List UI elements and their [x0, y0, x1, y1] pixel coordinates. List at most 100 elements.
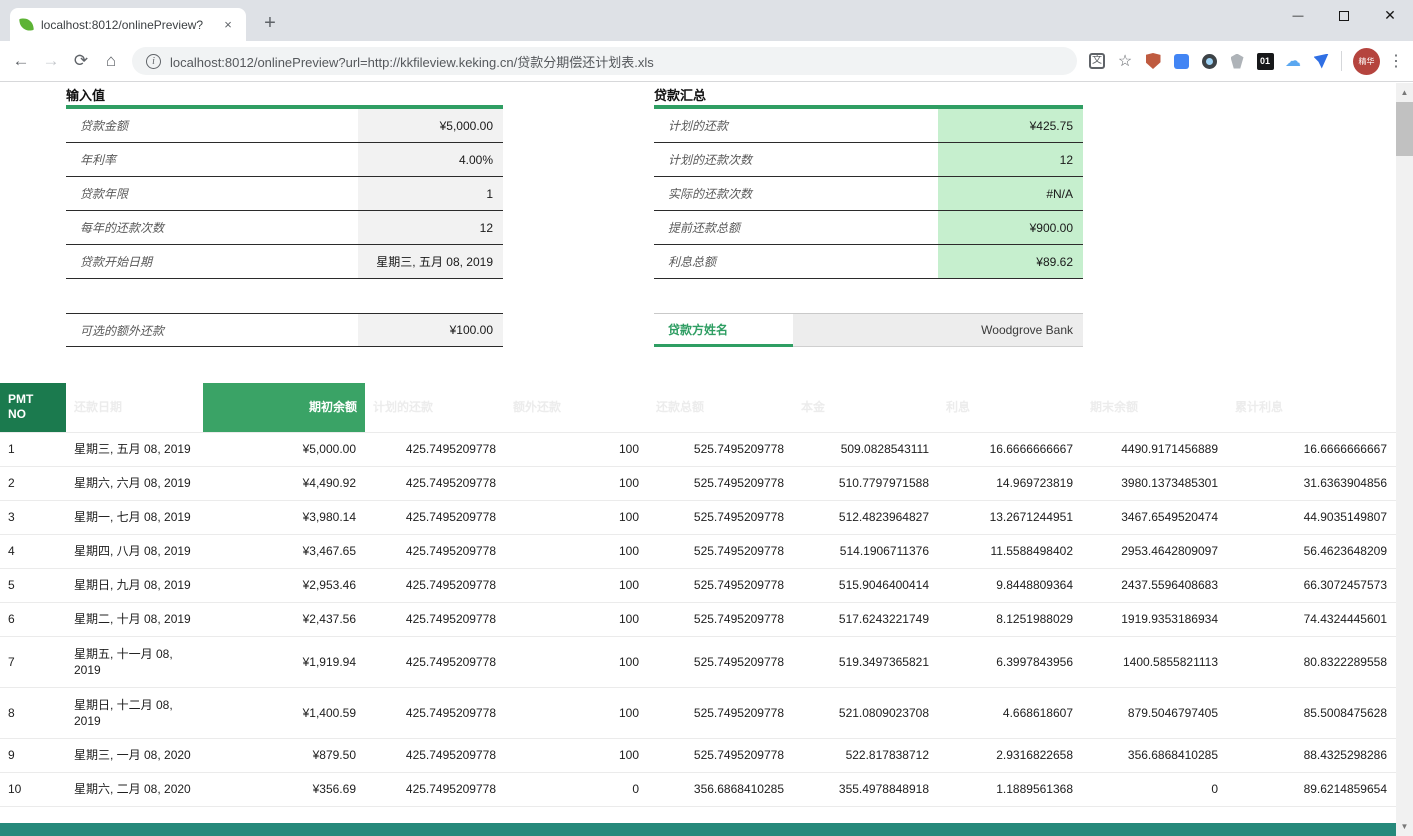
schedule-cell: 星期日, 九月 08, 2019 — [66, 568, 203, 602]
summary-row: 利息总额¥89.62 — [654, 245, 1083, 279]
schedule-cell: 10 — [0, 772, 66, 806]
schedule-cell: 525.7495209778 — [648, 738, 793, 772]
schedule-cell: ¥4,490.92 — [203, 466, 365, 500]
schedule-cell: 879.5046797405 — [1082, 687, 1227, 738]
schedule-cell: 2 — [0, 466, 66, 500]
schedule-cell: 425.7495209778 — [365, 432, 505, 466]
schedule-cell: 425.7495209778 — [365, 534, 505, 568]
schedule-cell: 13.2671244951 — [938, 500, 1082, 534]
schedule-cell: 510.7797971588 — [793, 466, 938, 500]
schedule-cell: 356.6868410285 — [1082, 738, 1227, 772]
sheet-footer-bar — [0, 823, 1396, 836]
schedule-cell: 521.0809023708 — [793, 687, 938, 738]
page-info-icon[interactable]: i — [146, 54, 161, 69]
schedule-cell: 0 — [505, 772, 648, 806]
forward-button[interactable]: → — [36, 46, 66, 76]
extra-payment-value: ¥100.00 — [358, 314, 503, 346]
schedule-cell: 1919.9353186934 — [1082, 602, 1227, 636]
schedule-cell: 509.0828543111 — [793, 432, 938, 466]
scrollbar-thumb[interactable] — [1396, 102, 1413, 156]
back-button[interactable]: ← — [6, 46, 36, 76]
round-extension-icon[interactable] — [1195, 47, 1223, 75]
toolbar-actions: 文 ☆ 01 ☁ 精华 ⋮ — [1083, 47, 1407, 75]
scroll-up-icon[interactable]: ▲ — [1396, 85, 1413, 100]
schedule-row: 3星期一, 七月 08, 2019¥3,980.14425.7495209778… — [0, 500, 1396, 534]
input-row: 贷款年限1 — [66, 177, 503, 211]
profile-avatar[interactable]: 精华 — [1353, 48, 1380, 75]
shield-extension-icon[interactable] — [1139, 47, 1167, 75]
kkfileview-leaf-icon — [19, 17, 34, 32]
close-button[interactable]: ✕ — [1367, 0, 1413, 31]
schedule-header-cell: 计划的还款 — [365, 383, 505, 432]
schedule-cell: 425.7495209778 — [365, 772, 505, 806]
extra-payment-label: 可选的额外还款 — [66, 314, 358, 346]
schedule-cell: 88.4325298286 — [1227, 738, 1396, 772]
tab-close-icon[interactable]: × — [220, 17, 236, 33]
schedule-header-cell: 利息 — [938, 383, 1082, 432]
home-button[interactable]: ⌂ — [96, 46, 126, 76]
address-bar[interactable]: i localhost:8012/onlinePreview?url=http:… — [132, 47, 1077, 75]
menu-kebab-icon[interactable]: ⋮ — [1385, 51, 1407, 71]
gray-glyph — [1231, 54, 1244, 69]
extra-payment-row: 可选的额外还款 ¥100.00 — [66, 313, 503, 347]
schedule-cell: 525.7495209778 — [648, 466, 793, 500]
schedule-row: 4星期四, 八月 08, 2019¥3,467.65425.7495209778… — [0, 534, 1396, 568]
page-scrollbar[interactable]: ▲ ▼ — [1396, 83, 1413, 836]
schedule-cell: 525.7495209778 — [648, 534, 793, 568]
schedule-cell: 6.3997843956 — [938, 636, 1082, 687]
blue-glyph — [1174, 54, 1189, 69]
cloud-extension-icon[interactable]: ☁ — [1279, 47, 1307, 75]
schedule-cell: 56.4623648209 — [1227, 534, 1396, 568]
schedule-cell: 100 — [505, 466, 648, 500]
schedule-cell: 80.8322289558 — [1227, 636, 1396, 687]
tab-title: localhost:8012/onlinePreview? — [41, 18, 220, 32]
input-row-value: 4.00% — [358, 143, 503, 176]
translate-icon[interactable]: 文 — [1083, 47, 1111, 75]
scroll-down-icon[interactable]: ▼ — [1396, 819, 1413, 834]
summary-row-label: 提前还款总额 — [654, 211, 938, 244]
input-row: 贷款开始日期星期三, 五月 08, 2019 — [66, 245, 503, 279]
schedule-cell: 519.3497365821 — [793, 636, 938, 687]
window-controls: — ✕ — [1275, 0, 1413, 31]
summary-row: 实际的还款次数#N/A — [654, 177, 1083, 211]
schedule-cell: 525.7495209778 — [648, 500, 793, 534]
schedule-cell: 星期五, 十一月 08, 2019 — [66, 636, 203, 687]
schedule-cell: ¥1,400.59 — [203, 687, 365, 738]
new-tab-button[interactable]: + — [256, 10, 284, 38]
schedule-cell: 100 — [505, 432, 648, 466]
schedule-cell: 100 — [505, 636, 648, 687]
schedule-cell: 14.969723819 — [938, 466, 1082, 500]
maximize-button[interactable] — [1321, 0, 1367, 31]
schedule-row: 1星期三, 五月 08, 2019¥5,000.00425.7495209778… — [0, 432, 1396, 466]
schedule-cell: 522.817838712 — [793, 738, 938, 772]
schedule-cell: 8.1251988029 — [938, 602, 1082, 636]
schedule-cell: 100 — [505, 534, 648, 568]
schedule-cell: 0 — [1082, 772, 1227, 806]
swoosh-extension-icon[interactable] — [1307, 47, 1335, 75]
gray-extension-icon[interactable] — [1223, 47, 1251, 75]
bookmark-star-icon[interactable]: ☆ — [1111, 47, 1139, 75]
schedule-cell: 2953.4642809097 — [1082, 534, 1227, 568]
minimize-button[interactable]: — — [1275, 0, 1321, 31]
badge-extension-icon[interactable]: 01 — [1251, 47, 1279, 75]
toolbar-divider — [1341, 51, 1342, 71]
schedule-cell: 9.8448809364 — [938, 568, 1082, 602]
schedule-cell: 星期三, 五月 08, 2019 — [66, 432, 203, 466]
blue-extension-icon[interactable] — [1167, 47, 1195, 75]
schedule-cell: 1.1889561368 — [938, 772, 1082, 806]
input-section-title: 输入值 — [66, 85, 105, 104]
schedule-row: 7星期五, 十一月 08, 2019¥1,919.94425.749520977… — [0, 636, 1396, 687]
browser-tab[interactable]: localhost:8012/onlinePreview? × — [10, 8, 246, 41]
input-row-label: 贷款年限 — [66, 177, 358, 210]
amortization-table: PMT NO还款日期期初余额计划的还款额外还款还款总额本金利息期末余额累计利息 … — [0, 383, 1396, 807]
swoosh-glyph — [1314, 54, 1329, 69]
schedule-cell: 425.7495209778 — [365, 602, 505, 636]
schedule-header: PMT NO还款日期期初余额计划的还款额外还款还款总额本金利息期末余额累计利息 — [0, 383, 1396, 432]
schedule-cell: 66.3072457573 — [1227, 568, 1396, 602]
schedule-row: 8星期日, 十二月 08, 2019¥1,400.59425.749520977… — [0, 687, 1396, 738]
schedule-cell: 100 — [505, 568, 648, 602]
schedule-cell: 425.7495209778 — [365, 568, 505, 602]
reload-button[interactable]: ⟳ — [66, 46, 96, 76]
lender-row: 贷款方姓名 Woodgrove Bank — [654, 313, 1083, 347]
schedule-cell: 85.5008475628 — [1227, 687, 1396, 738]
